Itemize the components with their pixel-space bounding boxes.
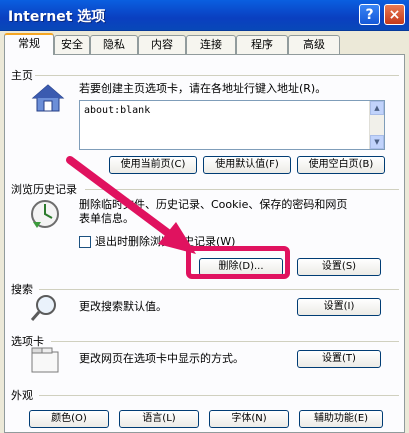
annotation-arrow-icon bbox=[66, 156, 196, 254]
tab-general[interactable]: 常规 bbox=[4, 33, 54, 55]
delete-button-highlight bbox=[186, 246, 290, 279]
